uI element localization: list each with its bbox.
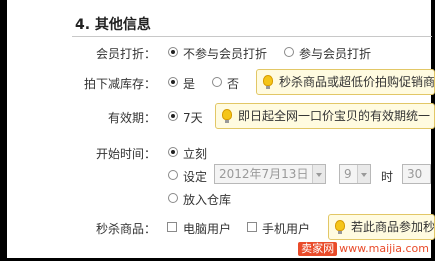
stock-reduce-no-label[interactable]: 否 xyxy=(227,75,239,92)
lightbulb-icon xyxy=(222,109,232,123)
start-time-now-label[interactable]: 立刻 xyxy=(183,145,207,162)
seckill-pc-checkbox[interactable] xyxy=(167,222,177,232)
stock-reduce-yes-label[interactable]: 是 xyxy=(183,75,195,92)
start-date-picker[interactable]: 2012年7月13日 xyxy=(214,164,326,184)
section-title: 4. 其他信息 xyxy=(75,17,151,33)
stock-reduce-label: 拍下减库存： xyxy=(83,77,156,91)
stock-reduce-tip: 秒杀商品或超低价拍购促销商品 xyxy=(256,69,435,95)
validity-tip-text: 即日起全网一口价宝贝的有效期统一 xyxy=(238,109,431,123)
validity-label: 有效期： xyxy=(107,111,156,125)
start-time-now-radio[interactable] xyxy=(168,147,178,157)
start-date-value: 2012年7月13日 xyxy=(219,167,309,181)
watermark: 卖家网 www.maijia.com xyxy=(298,242,429,256)
member-discount-no-label[interactable]: 不参与会员打折 xyxy=(183,45,267,62)
start-time-warehouse-label[interactable]: 放入仓库 xyxy=(183,191,231,208)
start-minute-value: 30 xyxy=(407,167,423,181)
start-time-warehouse-radio[interactable] xyxy=(168,193,178,203)
validity-7days-radio[interactable] xyxy=(168,111,178,121)
seckill-tip: 若此商品参加秒 xyxy=(328,214,435,240)
start-time-label: 开始时间： xyxy=(95,147,156,161)
lightbulb-icon xyxy=(263,75,273,89)
watermark-logo: 卖家网 xyxy=(298,242,338,256)
member-discount-no-radio[interactable] xyxy=(168,47,178,57)
start-hour-select[interactable]: 9 xyxy=(339,164,371,184)
validity-7days-label[interactable]: 7天 xyxy=(183,109,203,126)
section-divider xyxy=(72,36,432,37)
member-discount-yes-label[interactable]: 参与会员打折 xyxy=(299,45,371,62)
seckill-mobile-label[interactable]: 手机用户 xyxy=(262,220,310,237)
stock-reduce-tip-text: 秒杀商品或超低价拍购促销商品 xyxy=(279,75,435,89)
member-discount-yes-radio[interactable] xyxy=(284,47,294,57)
seckill-label: 秒杀商品： xyxy=(95,222,156,236)
seckill-pc-label[interactable]: 电脑用户 xyxy=(183,220,231,237)
start-time-set-label[interactable]: 设定 xyxy=(183,168,207,185)
start-time-set-radio[interactable] xyxy=(168,170,178,180)
lightbulb-icon xyxy=(335,220,345,234)
frame-left-border xyxy=(0,0,7,261)
validity-tip: 即日起全网一口价宝贝的有效期统一 xyxy=(215,103,435,129)
watermark-url: www.maijia.com xyxy=(339,242,429,255)
start-hour-value: 9 xyxy=(344,167,352,181)
start-minute-select[interactable]: 30 xyxy=(402,164,431,184)
seckill-tip-text: 若此商品参加秒 xyxy=(351,220,435,234)
date-dropdown-arrow-icon[interactable] xyxy=(312,165,325,183)
stock-reduce-yes-radio[interactable] xyxy=(168,77,178,87)
hour-unit-label: 时 xyxy=(381,170,394,184)
stock-reduce-no-radio[interactable] xyxy=(212,77,222,87)
seckill-mobile-checkbox[interactable] xyxy=(247,222,257,232)
member-discount-label: 会员打折： xyxy=(95,47,156,61)
hour-dropdown-arrow-icon[interactable] xyxy=(357,165,370,183)
